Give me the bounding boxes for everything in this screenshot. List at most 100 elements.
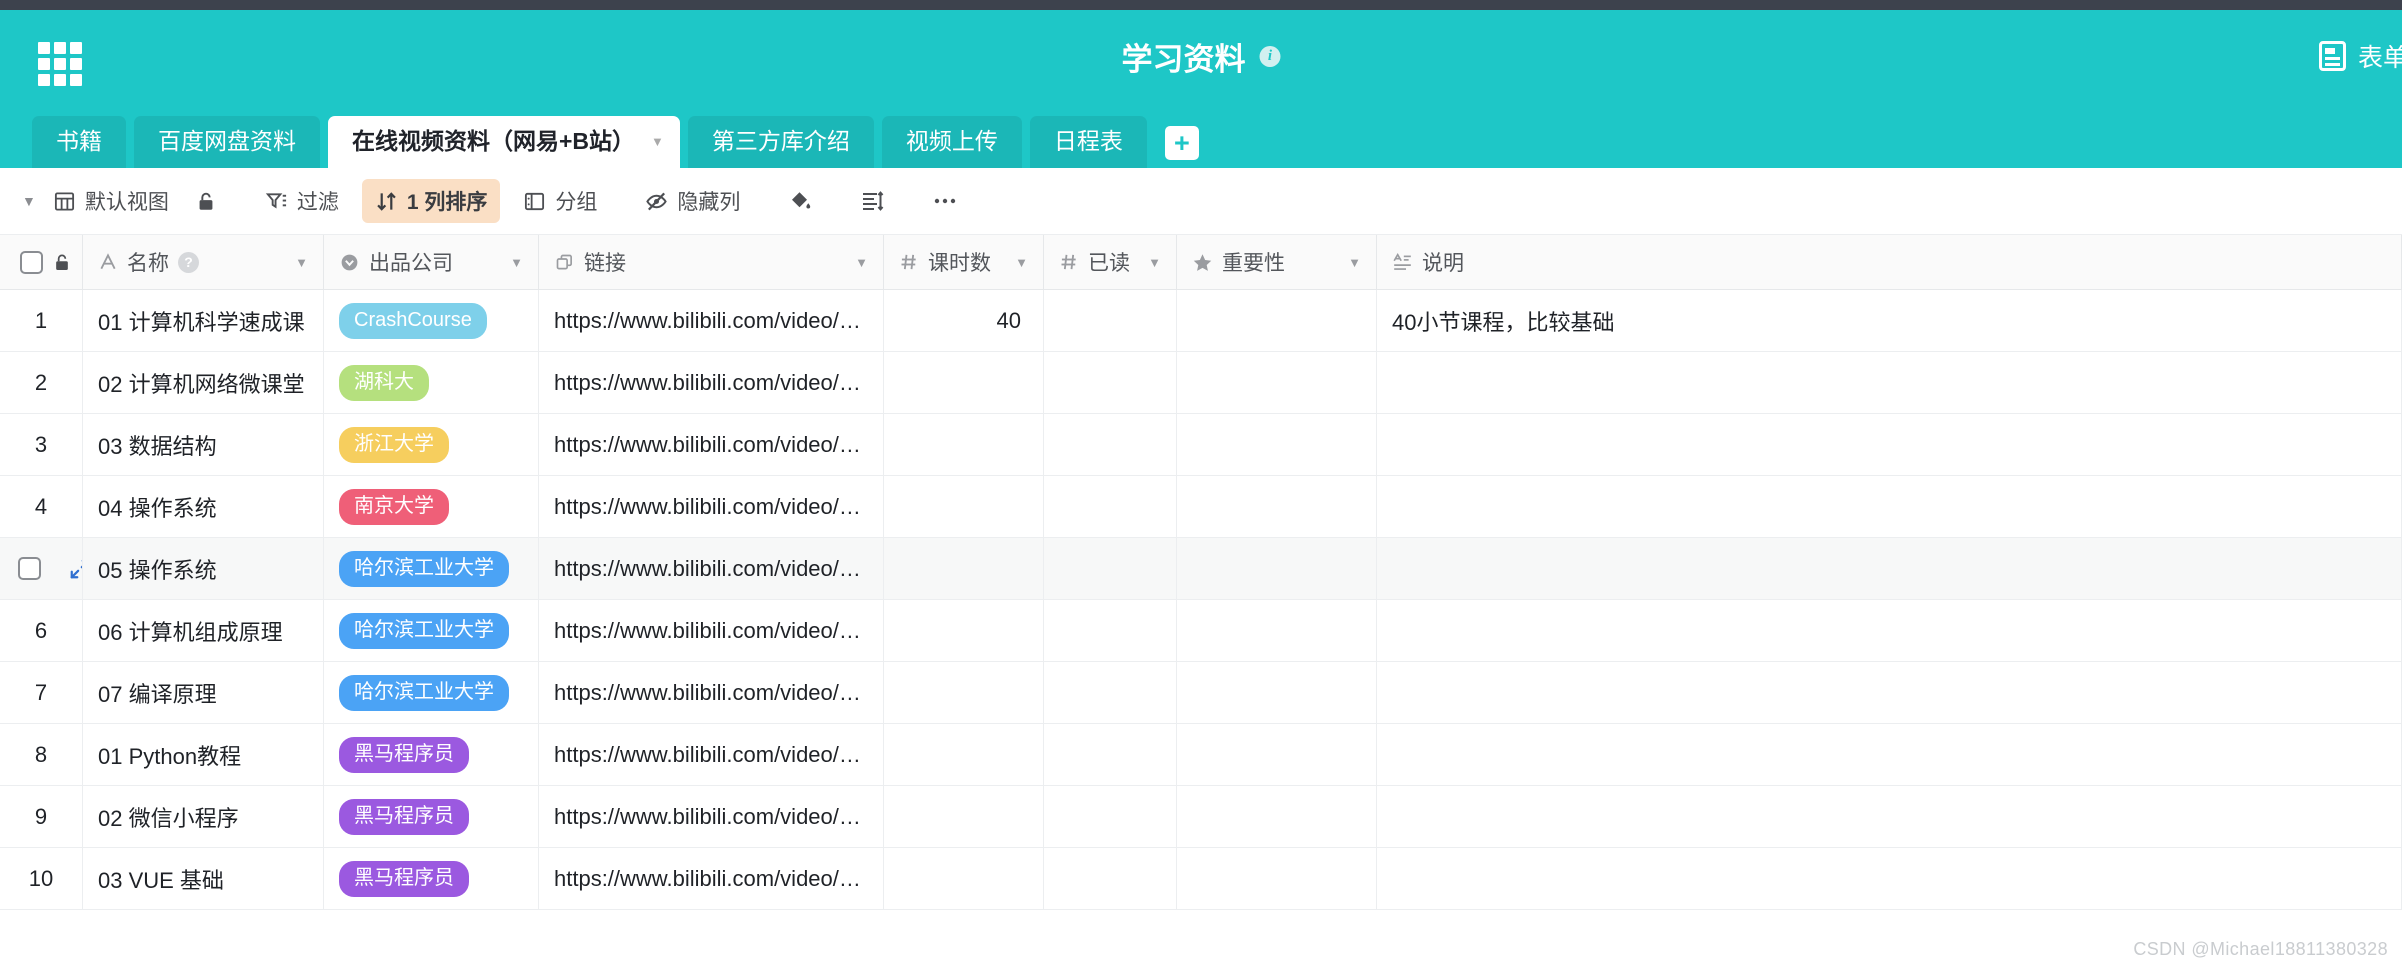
cell-name[interactable]: 06 计算机组成原理 bbox=[83, 600, 324, 661]
sort-button[interactable]: 1 列排序 bbox=[361, 179, 501, 223]
cell-company[interactable]: 浙江大学 bbox=[324, 414, 539, 475]
cell-description[interactable] bbox=[1377, 600, 2402, 661]
chevron-down-icon[interactable]: ▼ bbox=[504, 255, 523, 270]
header-cell-hours[interactable]: 课时数 ▼ bbox=[884, 235, 1044, 289]
table-row[interactable]: 3 03 数据结构 浙江大学 https://www.bilibili.com/… bbox=[0, 414, 2402, 476]
chevron-down-icon[interactable]: ▼ bbox=[651, 135, 664, 148]
cell-hours[interactable] bbox=[884, 600, 1044, 661]
cell-name[interactable]: 02 微信小程序 bbox=[83, 786, 324, 847]
chevron-down-icon[interactable]: ▼ bbox=[1342, 255, 1361, 270]
cell-name[interactable]: 02 计算机网络微课堂 bbox=[83, 352, 324, 413]
expand-row-icon[interactable] bbox=[69, 558, 83, 580]
cell-hours[interactable] bbox=[884, 848, 1044, 909]
cell-company[interactable]: 黑马程序员 bbox=[324, 848, 539, 909]
cell-importance[interactable] bbox=[1177, 290, 1377, 351]
cell-description[interactable]: 40小节课程，比较基础 bbox=[1377, 290, 2402, 351]
hide-columns-button[interactable]: 隐藏列 bbox=[632, 179, 753, 223]
cell-importance[interactable] bbox=[1177, 662, 1377, 723]
cell-company[interactable]: 湖科大 bbox=[324, 352, 539, 413]
cell-link[interactable]: https://www.bilibili.com/video/BV12J... bbox=[539, 848, 884, 909]
cell-link[interactable]: https://www.bilibili.com/video/BV1c4... bbox=[539, 352, 884, 413]
cell-read[interactable] bbox=[1044, 414, 1177, 475]
table-row[interactable]: 2 02 计算机网络微课堂 湖科大 https://www.bilibili.c… bbox=[0, 352, 2402, 414]
tab-online-video[interactable]: 在线视频资料（网易+B站） ▼ bbox=[328, 116, 680, 168]
table-row[interactable]: 8 01 Python教程 黑马程序员 https://www.bilibili… bbox=[0, 724, 2402, 786]
cell-importance[interactable] bbox=[1177, 352, 1377, 413]
info-icon[interactable]: i bbox=[1259, 46, 1281, 67]
cell-link[interactable]: https://www.bilibili.com/video/av213... bbox=[539, 290, 884, 351]
tab-shuji[interactable]: 书籍 bbox=[32, 116, 126, 168]
cell-importance[interactable] bbox=[1177, 848, 1377, 909]
row-handle-cell[interactable]: 10 bbox=[0, 848, 83, 909]
cell-link[interactable]: https://www.bilibili.com/video/BV1J... bbox=[539, 414, 884, 475]
cell-name[interactable]: 03 数据结构 bbox=[83, 414, 324, 475]
cell-read[interactable] bbox=[1044, 786, 1177, 847]
cell-read[interactable] bbox=[1044, 600, 1177, 661]
chevron-down-icon[interactable]: ▼ bbox=[849, 255, 868, 270]
cell-hours[interactable]: 40 bbox=[884, 290, 1044, 351]
tab-third-party-lib[interactable]: 第三方库介绍 bbox=[687, 116, 874, 168]
lock-icon[interactable] bbox=[52, 252, 72, 273]
cell-importance[interactable] bbox=[1177, 538, 1377, 599]
row-color-button[interactable] bbox=[775, 182, 825, 220]
cell-hours[interactable] bbox=[884, 414, 1044, 475]
cell-description[interactable] bbox=[1377, 786, 2402, 847]
cell-importance[interactable] bbox=[1177, 600, 1377, 661]
cell-name[interactable]: 04 操作系统 bbox=[83, 476, 324, 537]
cell-hours[interactable] bbox=[884, 786, 1044, 847]
cell-company[interactable]: 哈尔滨工业大学 bbox=[324, 600, 539, 661]
cell-read[interactable] bbox=[1044, 538, 1177, 599]
table-row[interactable]: 4 04 操作系统 南京大学 https://www.bilibili.com/… bbox=[0, 476, 2402, 538]
table-row[interactable]: 1 01 计算机科学速成课 CrashCourse https://www.bi… bbox=[0, 290, 2402, 352]
row-handle-cell[interactable]: 6 bbox=[0, 600, 83, 661]
cell-description[interactable] bbox=[1377, 848, 2402, 909]
cell-importance[interactable] bbox=[1177, 414, 1377, 475]
cell-read[interactable] bbox=[1044, 724, 1177, 785]
form-button[interactable]: 表单 bbox=[2318, 38, 2402, 74]
cell-link[interactable]: https://www.bilibili.com/video/BV1t4... bbox=[539, 600, 884, 661]
tab-video-upload[interactable]: 视频上传 bbox=[881, 116, 1022, 168]
table-row[interactable]: 9 02 微信小程序 黑马程序员 https://www.bilibili.co… bbox=[0, 786, 2402, 848]
tab-schedule[interactable]: 日程表 bbox=[1029, 116, 1147, 168]
default-view-button[interactable]: 默认视图 bbox=[40, 179, 182, 223]
table-row[interactable]: 6 06 计算机组成原理 哈尔滨工业大学 https://www.bilibil… bbox=[0, 600, 2402, 662]
cell-name[interactable]: 03 VUE 基础 bbox=[83, 848, 324, 909]
cell-link[interactable]: https://www.bilibili.com/video/BV1ex... bbox=[539, 724, 884, 785]
cell-importance[interactable] bbox=[1177, 476, 1377, 537]
row-select-checkbox[interactable] bbox=[18, 557, 41, 580]
cell-importance[interactable] bbox=[1177, 786, 1377, 847]
cell-description[interactable] bbox=[1377, 724, 2402, 785]
row-handle-cell[interactable]: 9 bbox=[0, 786, 83, 847]
row-handle-cell[interactable]: 8 bbox=[0, 724, 83, 785]
table-row[interactable]: 05 操作系统 哈尔滨工业大学 https://www.bilibili.com… bbox=[0, 538, 2402, 600]
table-row[interactable]: 7 07 编译原理 哈尔滨工业大学 https://www.bilibili.c… bbox=[0, 662, 2402, 724]
header-cell-link[interactable]: 链接 ▼ bbox=[539, 235, 884, 289]
cell-link[interactable]: https://www.bilibili.com/video/BV1z... bbox=[539, 662, 884, 723]
cell-hours[interactable] bbox=[884, 538, 1044, 599]
cell-company[interactable]: 黑马程序员 bbox=[324, 786, 539, 847]
lock-view-button[interactable] bbox=[182, 183, 230, 220]
cell-hours[interactable] bbox=[884, 476, 1044, 537]
more-options-button[interactable] bbox=[919, 182, 971, 220]
help-icon[interactable]: ? bbox=[178, 251, 199, 273]
group-button[interactable]: 分组 bbox=[510, 179, 610, 223]
cell-link[interactable]: https://www.bilibili.com/video/BV1d... bbox=[539, 538, 884, 599]
cell-company[interactable]: 哈尔滨工业大学 bbox=[324, 538, 539, 599]
row-handle-cell[interactable] bbox=[0, 538, 83, 599]
row-handle-cell[interactable]: 4 bbox=[0, 476, 83, 537]
cell-read[interactable] bbox=[1044, 290, 1177, 351]
cell-company[interactable]: 黑马程序员 bbox=[324, 724, 539, 785]
header-cell-importance[interactable]: 重要性 ▼ bbox=[1177, 235, 1377, 289]
cell-description[interactable] bbox=[1377, 414, 2402, 475]
select-all-checkbox[interactable] bbox=[20, 250, 43, 274]
cell-company[interactable]: 南京大学 bbox=[324, 476, 539, 537]
cell-description[interactable] bbox=[1377, 476, 2402, 537]
chevron-down-icon[interactable]: ▼ bbox=[1142, 255, 1161, 270]
row-height-button[interactable] bbox=[847, 182, 897, 220]
cell-company[interactable]: 哈尔滨工业大学 bbox=[324, 662, 539, 723]
row-handle-cell[interactable]: 2 bbox=[0, 352, 83, 413]
cell-name[interactable]: 07 编译原理 bbox=[83, 662, 324, 723]
cell-name[interactable]: 01 Python教程 bbox=[83, 724, 324, 785]
cell-link[interactable]: https://www.bilibili.com/video/BV1N... bbox=[539, 476, 884, 537]
cell-link[interactable]: https://www.bilibili.com/video/BV1nE... bbox=[539, 786, 884, 847]
